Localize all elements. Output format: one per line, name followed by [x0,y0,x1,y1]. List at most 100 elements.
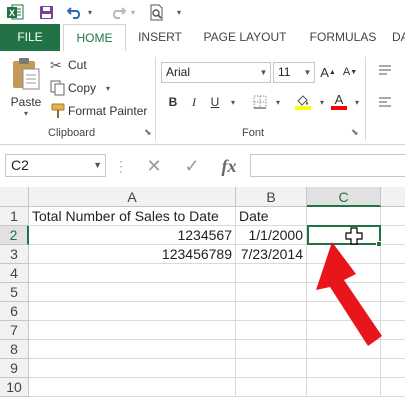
align-left-icon[interactable] [376,93,394,111]
chevron-down-icon: ▼ [93,160,102,170]
align-top-icon[interactable] [376,61,394,79]
copy-button[interactable]: Copy ▾ [50,78,110,98]
tab-page-layout[interactable]: PAGE LAYOUT [196,24,294,51]
row-header-2[interactable]: 2 [0,226,29,245]
column-header-c[interactable]: C [307,187,381,207]
insert-function-icon[interactable]: fx [216,155,242,177]
cut-button[interactable]: ✂ Cut [50,55,87,75]
svg-text:X: X [9,8,15,18]
cell-d1[interactable] [381,207,405,226]
clipboard-group-label: Clipboard [48,127,96,139]
cell-a7[interactable] [29,321,236,340]
row-header-6[interactable]: 6 [0,302,29,321]
undo-dropdown-icon[interactable]: ▾ [85,0,95,24]
print-preview-icon[interactable] [146,0,168,24]
cell-c1[interactable] [307,207,381,226]
font-size-value: 11 [278,65,291,79]
cell-b8[interactable] [236,340,307,359]
font-size-combo[interactable]: 11 ▼ [273,62,315,83]
row-header-10[interactable]: 10 [0,378,29,397]
cell-b10[interactable] [236,378,307,397]
cell-b4[interactable] [236,264,307,283]
cell-b2[interactable]: 1/1/2000 [236,226,307,245]
cell-a2[interactable]: 1234567 [29,226,236,245]
cell-a4[interactable] [29,264,236,283]
row-header-9[interactable]: 9 [0,359,29,378]
row-header-3[interactable]: 3 [0,245,29,264]
cell-a6[interactable] [29,302,236,321]
cell-a1[interactable]: Total Number of Sales to Date [29,207,236,226]
cell-a8[interactable] [29,340,236,359]
cell-c9[interactable] [307,359,381,378]
copy-icon [50,80,65,96]
row-header-1[interactable]: 1 [0,207,29,226]
cell-b9[interactable] [236,359,307,378]
cell-b5[interactable] [236,283,307,302]
paste-button[interactable]: Paste ▾ [6,57,46,123]
italic-button[interactable]: I [185,93,203,111]
group-separator [155,57,156,141]
row-header-7[interactable]: 7 [0,321,29,340]
name-box[interactable]: C2 ▼ [5,154,106,177]
customize-qat-icon[interactable]: ▾ [172,0,186,24]
name-box-value: C2 [11,157,29,173]
cell-d9[interactable] [381,359,405,378]
cell-b7[interactable] [236,321,307,340]
cell-a9[interactable] [29,359,236,378]
cell-a3[interactable]: 123456789 [29,245,236,264]
column-header-a[interactable]: A [29,187,236,207]
grow-font-icon[interactable]: A ▲ [319,63,337,81]
cell-a10[interactable] [29,378,236,397]
column-header-b[interactable]: B [236,187,307,207]
cancel-entry-icon[interactable]: ✕ [142,155,166,177]
borders-icon[interactable] [251,93,269,111]
font-color-icon[interactable]: A [330,92,348,110]
undo-icon[interactable] [65,0,85,24]
font-color-dropdown-icon[interactable]: ▾ [348,93,366,111]
font-name-value: Arial [166,65,191,79]
paste-dropdown-icon: ▾ [23,109,28,118]
cell-b3[interactable]: 7/23/2014 [236,245,307,264]
font-name-combo[interactable]: Arial ▼ [161,62,271,83]
ribbon-tabs: FILE HOME INSERT PAGE LAYOUT FORMULAS DA [0,24,405,75]
shrink-font-icon[interactable]: A ▼ [341,63,359,81]
row-header-8[interactable]: 8 [0,340,29,359]
cell-b6[interactable] [236,302,307,321]
clipboard-launcher-icon[interactable]: ⬊ [144,127,152,138]
fill-color-dropdown-icon[interactable]: ▾ [313,93,331,111]
row-header-5[interactable]: 5 [0,283,29,302]
column-header-d[interactable] [381,187,405,207]
cut-label: Cut [68,58,87,72]
tab-insert[interactable]: INSERT [132,24,188,51]
font-launcher-icon[interactable]: ⬊ [351,127,359,138]
cell-c10[interactable] [307,378,381,397]
redo-icon[interactable] [108,0,128,24]
ribbon-home: Paste ▾ ✂ Cut Copy ▾ Format Painter Clip… [0,51,405,145]
bold-button[interactable]: B [164,93,182,111]
format-painter-button[interactable]: Format Painter [50,101,147,121]
redo-dropdown-icon[interactable]: ▾ [128,0,138,24]
excel-logo-icon[interactable]: X [4,0,26,24]
chevron-down-icon: ▼ [259,68,268,77]
font-group-label: Font [242,127,265,139]
tab-file[interactable]: FILE [0,24,60,51]
row-header-4[interactable]: 4 [0,264,29,283]
select-all-corner[interactable] [0,187,29,207]
scissors-icon: ✂ [50,56,62,73]
enter-entry-icon[interactable]: ✓ [180,155,204,177]
quick-access-toolbar: X ▾ ▾ ▾ [0,0,405,24]
tab-home[interactable]: HOME [63,24,126,52]
cell-a5[interactable] [29,283,236,302]
cell-b1[interactable]: Date [236,207,307,226]
tab-formulas[interactable]: FORMULAS [303,24,383,51]
formula-input[interactable] [250,154,405,177]
cell-d10[interactable] [381,378,405,397]
fill-color-icon[interactable] [294,92,312,110]
underline-dropdown-icon[interactable]: ▾ [224,93,242,111]
underline-button[interactable]: U [206,93,224,111]
save-icon[interactable] [36,0,56,24]
tab-data[interactable]: DA [392,24,405,51]
formula-bar-grip-icon: ⋮ [114,157,128,174]
paste-icon [13,58,40,90]
borders-dropdown-icon[interactable]: ▾ [269,93,287,111]
